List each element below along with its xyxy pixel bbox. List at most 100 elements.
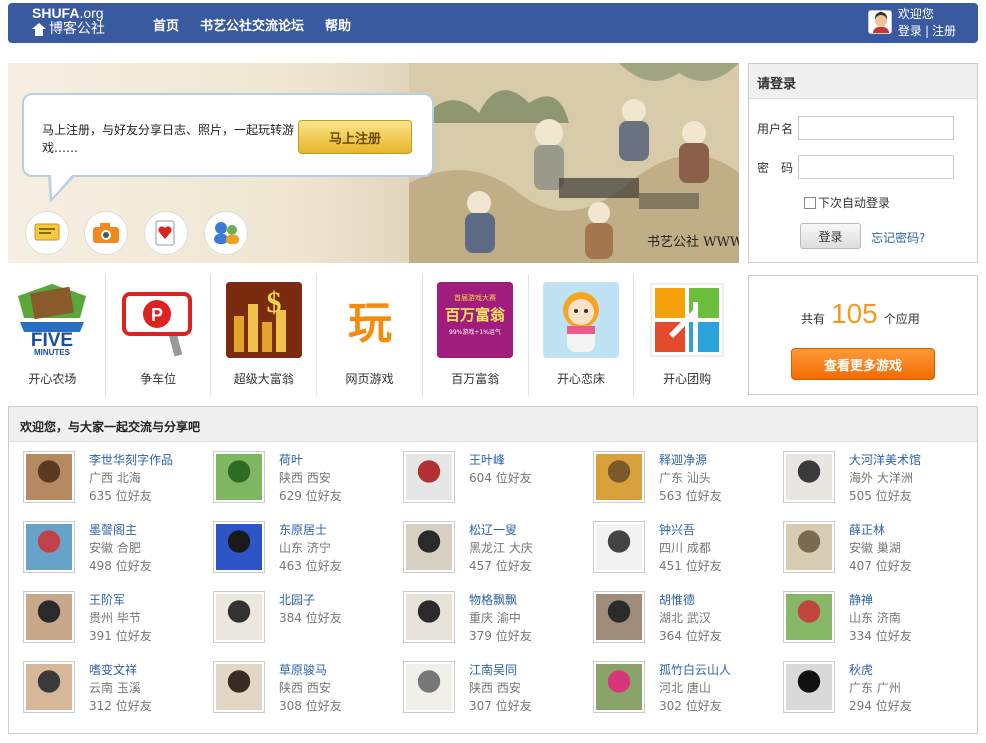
list-item[interactable]: 北园子 384 位好友 [213, 591, 403, 661]
more-games-button[interactable]: 查看更多游戏 [791, 348, 935, 380]
avatar[interactable] [403, 591, 455, 643]
list-item[interactable]: 静禅 山东 济南 334 位好友 [783, 591, 973, 661]
app-item-webgame[interactable]: 玩 网页游戏 [317, 274, 423, 396]
list-item[interactable]: 草原骏马 陕西 西安 308 位好友 [213, 661, 403, 731]
header-register-link[interactable]: 注册 [932, 24, 956, 38]
list-item[interactable]: 钟兴吾四川 成都 451 位好友 [593, 521, 783, 591]
person-name-link[interactable]: 东原居士 [279, 521, 342, 539]
list-item[interactable]: 胡惟德 湖北 武汉 364 位好友 [593, 591, 783, 661]
person-name-link[interactable]: 嗜变文祥 [89, 661, 152, 679]
person-location: 广西 北海 [89, 471, 141, 485]
avatar[interactable] [23, 521, 75, 573]
person-name-link[interactable]: 薛正林 [849, 521, 912, 539]
person-info: 嗜变文祥 云南 玉溪 312 位好友 [89, 661, 152, 731]
app-item-farm[interactable]: FIVE MINUTES 开心农场 [0, 274, 106, 396]
avatar[interactable] [593, 661, 645, 713]
avatar[interactable] [783, 591, 835, 643]
person-info: 李世华刻字作品 广西 北海 635 位好友 [89, 451, 173, 521]
list-item[interactable]: 秋虎 广东 广州 294 位好友 [783, 661, 973, 731]
person-name-link[interactable]: 王叶峰 [469, 451, 532, 469]
avatar-image [26, 594, 72, 640]
forgot-password-link[interactable]: 忘记密码? [871, 229, 925, 246]
friends-title: 欢迎您，与大家一起交流与分享吧 [9, 407, 977, 442]
avatar[interactable] [593, 521, 645, 573]
app-item-bed[interactable]: 开心恋床 [529, 274, 635, 396]
list-item[interactable]: 孤竹白云山人 河北 唐山 302 位好友 [593, 661, 783, 731]
person-name-link[interactable]: 墨謦阁主 [89, 521, 152, 539]
parking-badge-text: P [151, 305, 163, 325]
person-name-link[interactable]: 荷叶 [279, 451, 342, 469]
person-name-link[interactable]: 释迦净源 [659, 451, 722, 469]
millionaire-icon: 首届游戏大赛 百万富翁 99%游戏+1%运气 [437, 282, 514, 358]
register-now-button[interactable]: 马上注册 [298, 120, 412, 154]
person-name-link[interactable]: 物格飘飘 [469, 591, 532, 609]
remember-checkbox[interactable] [804, 196, 816, 209]
person-name-link[interactable]: 钟兴吾 [659, 521, 722, 539]
friend-count: 451 位好友 [659, 559, 722, 573]
person-location: 四川 成都 [659, 541, 711, 555]
person-name-link[interactable]: 松辽一叟 [469, 521, 533, 539]
list-item[interactable]: 墨謦阁主 安徽 合肥 498 位好友 [23, 521, 213, 591]
avatar[interactable] [403, 661, 455, 713]
list-item[interactable]: 嗜变文祥 云南 玉溪 312 位好友 [23, 661, 213, 731]
list-item[interactable]: 大河洋美术馆 海外 大洋洲 505 位好友 [783, 451, 973, 521]
app-item-parking[interactable]: P 争车位 [106, 274, 212, 396]
person-name-link[interactable]: 胡惟德 [659, 591, 722, 609]
friend-count: 384 位好友 [279, 611, 342, 625]
avatar[interactable] [593, 451, 645, 503]
person-name-link[interactable]: 草原骏马 [279, 661, 342, 679]
nav-forum[interactable]: 书艺公社交流论坛 [200, 15, 304, 34]
person-name-link[interactable]: 孤竹白云山人 [659, 661, 731, 679]
list-item[interactable]: 东原居士 山东 济宁 463 位好友 [213, 521, 403, 591]
password-input[interactable] [798, 155, 954, 179]
list-item[interactable]: 薛正林 安徽 巢湖 407 位好友 [783, 521, 973, 591]
friends-grid: 李世华刻字作品 广西 北海 635 位好友 荷叶 陕西 西安 629 位好友 王叶峰 604 … [23, 451, 973, 731]
avatar-image [26, 454, 72, 500]
avatar-image [786, 664, 832, 710]
avatar[interactable] [23, 661, 75, 713]
avatar[interactable] [23, 451, 75, 503]
app-item-monopoly[interactable]: $ 超级大富翁 [211, 274, 318, 396]
play-character-icon: 玩 [332, 282, 408, 358]
app-item-millionaire[interactable]: 首届游戏大赛 百万富翁 99%游戏+1%运气 百万富翁 [423, 274, 529, 396]
avatar-image [596, 454, 642, 500]
list-item[interactable]: 荷叶 陕西 西安 629 位好友 [213, 451, 403, 521]
list-item[interactable]: 王阶军 贵州 毕节 391 位好友 [23, 591, 213, 661]
avatar[interactable] [783, 451, 835, 503]
count-prefix: 共有 [801, 312, 826, 326]
site-logo[interactable]: SHUFA.org 博客公社 [32, 5, 105, 37]
remember-me[interactable]: 下次自动登录 [804, 194, 890, 211]
avatar[interactable] [213, 591, 265, 643]
avatar[interactable] [783, 521, 835, 573]
avatar[interactable] [213, 521, 265, 573]
list-item[interactable]: 王叶峰 604 位好友 [403, 451, 593, 521]
list-item[interactable]: 江南吴同 陕西 西安 307 位好友 [403, 661, 593, 731]
avatar[interactable] [403, 451, 455, 503]
avatar[interactable] [783, 661, 835, 713]
person-info: 荷叶 陕西 西安 629 位好友 [279, 451, 342, 521]
avatar[interactable] [403, 521, 455, 573]
person-location: 安徽 合肥 [89, 541, 141, 555]
avatar[interactable] [213, 661, 265, 713]
header-login-link[interactable]: 登录 [898, 24, 922, 38]
person-name-link[interactable]: 大河洋美术馆 [849, 451, 921, 469]
person-name-link[interactable]: 秋虎 [849, 661, 912, 679]
list-item[interactable]: 松辽一叟 黑龙江 大庆 457 位好友 [403, 521, 593, 591]
nav-home[interactable]: 首页 [153, 15, 179, 34]
avatar[interactable] [213, 451, 265, 503]
person-name-link[interactable]: 王阶军 [89, 591, 152, 609]
list-item[interactable]: 李世华刻字作品 广西 北海 635 位好友 [23, 451, 213, 521]
person-name-link[interactable]: 江南吴同 [469, 661, 532, 679]
person-info: 草原骏马 陕西 西安 308 位好友 [279, 661, 342, 731]
username-input[interactable] [798, 116, 954, 140]
person-name-link[interactable]: 静禅 [849, 591, 912, 609]
list-item[interactable]: 释迦净源 广东 汕头 563 位好友 [593, 451, 783, 521]
list-item[interactable]: 物格飘飘 重庆 渝中 379 位好友 [403, 591, 593, 661]
avatar[interactable] [23, 591, 75, 643]
person-name-link[interactable]: 李世华刻字作品 [89, 451, 173, 469]
person-name-link[interactable]: 北园子 [279, 591, 342, 609]
login-button[interactable]: 登录 [800, 223, 861, 249]
app-item-groupbuy[interactable]: 开心团购 [634, 274, 740, 396]
avatar[interactable] [593, 591, 645, 643]
nav-help[interactable]: 帮助 [325, 15, 351, 34]
